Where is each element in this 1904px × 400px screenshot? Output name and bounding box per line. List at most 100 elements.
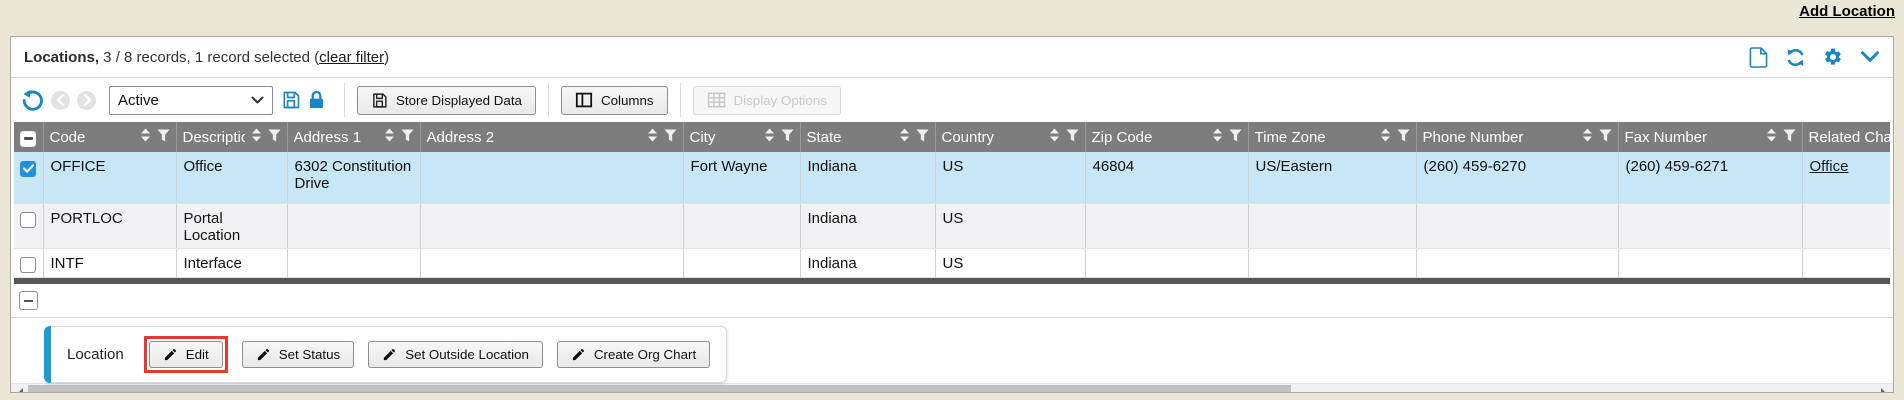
cell-state: Indiana: [800, 204, 935, 249]
new-page-icon[interactable]: [1749, 47, 1768, 68]
lock-icon[interactable]: [308, 90, 325, 110]
clear-filter-link[interactable]: clear filter: [319, 49, 384, 66]
columns-button[interactable]: Columns: [561, 86, 668, 115]
cell-description: Interface: [176, 249, 287, 278]
column-header-address1[interactable]: Address 1: [287, 122, 420, 152]
filter-icon[interactable]: [664, 129, 677, 146]
chevron-down-icon[interactable]: [1860, 50, 1880, 64]
cell-country: US: [935, 249, 1085, 278]
locations-table: Code Description Address 1 Address 2 Cit…: [14, 122, 1890, 278]
action-row: Location Edit Set Status Set Outside Loc…: [11, 318, 1893, 383]
column-header-fax[interactable]: Fax Number: [1618, 122, 1802, 152]
store-displayed-data-button[interactable]: Store Displayed Data: [357, 86, 536, 115]
cell-state: Indiana: [800, 249, 935, 278]
toolbar-separator: [548, 83, 549, 117]
chevron-right-icon: [82, 94, 92, 106]
panel-title: Locations, 3 / 8 records, 1 record selec…: [24, 49, 389, 66]
refresh-icon[interactable]: [1785, 47, 1806, 68]
filter-icon[interactable]: [1397, 129, 1410, 146]
arrow-right-icon: [1881, 388, 1891, 394]
set-outside-location-button[interactable]: Set Outside Location: [368, 341, 543, 368]
sort-icon[interactable]: [1380, 128, 1391, 146]
cell-address1: [287, 249, 420, 278]
column-header-code[interactable]: Code: [43, 122, 176, 152]
row-checkbox[interactable]: [20, 257, 36, 273]
scroll-right-button[interactable]: [1876, 384, 1893, 393]
locations-panel: Locations, 3 / 8 records, 1 record selec…: [10, 36, 1894, 393]
column-header-state[interactable]: State: [800, 122, 935, 152]
accent-bar: [44, 326, 51, 383]
column-header-zip[interactable]: Zip Code: [1085, 122, 1248, 152]
cell-code: PORTLOC: [43, 204, 176, 249]
filter-icon[interactable]: [781, 129, 794, 146]
filter-icon[interactable]: [157, 129, 170, 146]
filter-icon[interactable]: [1229, 129, 1242, 146]
cell-phone: [1416, 204, 1618, 249]
sort-icon[interactable]: [140, 128, 151, 146]
cell-country: US: [935, 152, 1085, 204]
table-row: INTF Interface Indiana US: [14, 249, 1890, 278]
pencil-icon: [163, 347, 178, 362]
column-header-city[interactable]: City: [683, 122, 800, 152]
toolbar-separator: [680, 83, 681, 117]
sort-icon[interactable]: [1212, 128, 1223, 146]
column-header-country[interactable]: Country: [935, 122, 1085, 152]
columns-icon: [575, 92, 593, 108]
horizontal-scrollbar[interactable]: [11, 383, 1893, 393]
select-all-checkbox[interactable]: [20, 131, 36, 147]
filter-icon[interactable]: [401, 129, 414, 146]
cell-address2: [420, 152, 683, 204]
sort-icon[interactable]: [647, 128, 658, 146]
scroll-left-button[interactable]: [11, 384, 28, 393]
column-header-address2[interactable]: Address 2: [420, 122, 683, 152]
gear-icon[interactable]: [1823, 47, 1843, 67]
cell-city: Fort Wayne: [683, 152, 800, 204]
status-filter-select[interactable]: Active: [109, 86, 273, 115]
filter-icon[interactable]: [1599, 129, 1612, 146]
create-org-chart-button[interactable]: Create Org Chart: [557, 341, 710, 368]
save-view-icon[interactable]: [281, 90, 301, 110]
row-checkbox[interactable]: [20, 161, 36, 177]
row-checkbox[interactable]: [20, 212, 36, 228]
cell-code: OFFICE: [43, 152, 176, 204]
sort-icon[interactable]: [384, 128, 395, 146]
column-header-description[interactable]: Description: [176, 122, 287, 152]
cell-city: [683, 249, 800, 278]
filter-icon[interactable]: [268, 129, 281, 146]
pencil-icon: [256, 347, 271, 362]
related-chart-link[interactable]: Office: [1810, 158, 1849, 175]
sort-icon[interactable]: [1766, 128, 1777, 146]
add-location-link[interactable]: Add Location: [1799, 3, 1895, 20]
edit-button[interactable]: Edit: [149, 341, 223, 368]
sort-icon[interactable]: [1582, 128, 1593, 146]
sort-icon[interactable]: [764, 128, 775, 146]
cell-phone: [1416, 249, 1618, 278]
cell-timezone: [1248, 204, 1416, 249]
action-group-label: Location: [67, 346, 124, 363]
chevron-left-icon: [56, 94, 66, 106]
sort-icon[interactable]: [1049, 128, 1060, 146]
grid-icon: [707, 92, 726, 108]
table-row: OFFICE Office 6302 Constitution Drive Fo…: [14, 152, 1890, 204]
cell-related-chart: [1802, 204, 1890, 249]
sort-icon[interactable]: [251, 128, 262, 146]
column-header-phone[interactable]: Phone Number: [1416, 122, 1618, 152]
previous-record-button[interactable]: [51, 91, 70, 110]
undo-icon[interactable]: [21, 89, 44, 112]
sort-icon[interactable]: [899, 128, 910, 146]
checkbox-minus-icon: [24, 137, 33, 140]
filter-icon[interactable]: [916, 129, 929, 146]
scrollbar-track[interactable]: [1291, 384, 1876, 393]
cell-code: INTF: [43, 249, 176, 278]
column-header-related-charts[interactable]: Related Cha: [1802, 122, 1890, 152]
row-checkbox-cell: [14, 152, 43, 204]
cell-related-chart: [1802, 249, 1890, 278]
set-status-button[interactable]: Set Status: [242, 341, 355, 368]
cell-fax: [1618, 204, 1802, 249]
filter-icon[interactable]: [1066, 129, 1079, 146]
next-record-button[interactable]: [77, 91, 96, 110]
scrollbar-thumb[interactable]: [28, 385, 1291, 393]
collapse-section-button[interactable]: [19, 291, 38, 310]
column-header-timezone[interactable]: Time Zone: [1248, 122, 1416, 152]
filter-icon[interactable]: [1783, 129, 1796, 146]
